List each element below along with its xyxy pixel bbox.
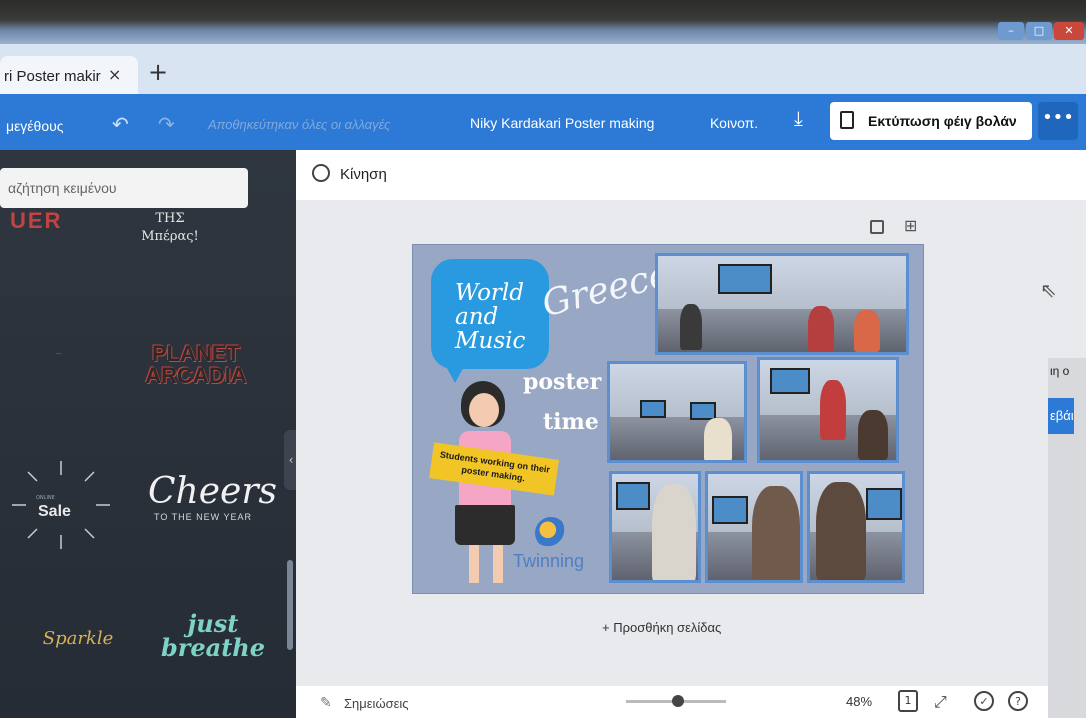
text-template-4[interactable]: PLANET ARCADIA [136,343,256,393]
photo-student [820,380,846,440]
fullscreen-icon[interactable]: ⤢ [934,692,947,712]
save-status: Αποθηκεύτηκαν όλες οι αλλαγές [208,117,391,132]
zoom-level[interactable]: 48% [846,694,872,709]
resize-menu[interactable]: μεγέθους [6,118,64,134]
text-templates-panel: αζήτηση κειμένου UER ΤΗΣ Μπέρας! ... PLA… [0,150,298,718]
zoom-slider-handle[interactable] [672,695,684,707]
photo-monitor [866,488,902,520]
download-icon[interactable]: ⤓ [794,108,803,131]
photo-monitor [640,400,666,418]
speech-bubble-tail [443,361,467,383]
speech-bubble: World and Music [431,259,549,369]
duplicate-page-icon[interactable] [870,220,884,234]
photo-student [680,304,702,350]
text-search-input[interactable]: αζήτηση κειμένου [0,168,248,208]
classroom-photo-2 [607,361,747,463]
share-button[interactable]: Κοινοπ. [710,115,758,131]
text-template-1[interactable]: UER [0,208,120,248]
teacher-skirt [455,505,515,545]
minimize-button[interactable]: – [998,22,1024,40]
photo-student [858,410,888,460]
photo-wall [610,364,744,417]
photo-monitor [616,482,650,510]
motion-toolbar: Κίνηση [296,150,1086,200]
text-template-4-line2: ARCADIA [145,363,247,388]
teacher-face [469,393,499,427]
etwinning-logo: Twinning [513,517,613,577]
panel-scrollbar[interactable] [287,560,293,650]
photo-projector-screen [770,368,810,394]
search-placeholder: αζήτηση κειμένου [8,180,117,196]
classroom-photo-6 [807,471,905,583]
classroom-photo-4 [609,471,701,583]
background-window-toolbar: εβάι [1048,398,1074,434]
text-template-6[interactable]: Cheers TO THE NEW YEAR [148,471,278,542]
more-options-button[interactable]: ••• [1038,102,1078,140]
photo-wall [658,256,906,309]
add-page-button[interactable]: + Προσθήκη σελίδας [602,620,721,635]
status-bar: ✎ Σημειώσεις 48% 1 ⤢ ✓ ? [296,686,1086,718]
text-template-6-sub: TO THE NEW YEAR [153,512,253,522]
poster-word: poster [523,369,602,395]
teacher-legs [469,545,503,583]
redo-icon[interactable]: ↷ [158,112,175,137]
time-word: time [543,409,599,435]
background-window[interactable]: ιη ο εβάι [1048,358,1086,718]
speech-line-3: Music [455,328,526,354]
print-flyer-button[interactable]: Εκτύπωση φέιγ βολάν [830,102,1032,140]
classroom-photo-3 [757,357,899,463]
text-template-2[interactable]: ΤΗΣ Μπέρας! [130,210,210,270]
text-template-7[interactable]: Sparkle [28,628,128,658]
photo-monitor [690,402,716,420]
photo-student [752,486,800,580]
photo-student [816,482,866,580]
photo-projector-screen [718,264,772,294]
browser-tab-bar: ri Poster makir × + [0,44,1086,94]
notes-icon[interactable]: ✎ [320,695,332,711]
etwinning-logo-icon [535,517,567,549]
tab-title: ri Poster makir [4,68,101,85]
check-icon[interactable]: ✓ [974,691,994,711]
text-template-5-title: Sale [38,503,71,520]
page-count-icon[interactable]: 1 [898,690,918,712]
greece-heading: Greece [537,253,675,326]
add-page-icon[interactable]: ⊞ [904,216,917,235]
text-template-5-sub: ONLINE [36,495,55,501]
undo-icon[interactable]: ↶ [112,112,129,137]
motion-icon[interactable] [312,164,330,182]
print-flyer-label: Εκτύπωση φέιγ βολάν [868,113,1017,129]
tab-close-icon[interactable]: × [108,65,121,84]
text-template-5[interactable]: ONLINE Sale [6,455,116,555]
text-template-6-title: Cheers [148,471,278,512]
photo-student [704,418,732,460]
text-template-8-line2: breathe [160,633,266,662]
text-template-3[interactable]: ... [4,348,114,378]
print-icon [840,111,854,129]
text-template-2-line2: Μπέρας! [141,229,199,244]
mouse-cursor-icon: ⇖ [1040,278,1057,302]
photo-student [808,306,834,352]
classroom-photo-1 [655,253,909,355]
editor-toolbar: μεγέθους ↶ ↷ Αποθηκεύτηκαν όλες οι αλλαγ… [0,94,1086,150]
photo-student [854,310,880,352]
help-icon[interactable]: ? [1008,691,1028,711]
text-template-8[interactable]: just breathe [158,612,268,672]
new-tab-button[interactable]: + [148,60,168,84]
photo-monitor [712,496,748,524]
text-template-2-line1: ΤΗΣ [155,211,185,226]
window-title-bar: – □ ✕ [0,0,1086,44]
motion-button[interactable]: Κίνηση [340,166,387,183]
maximize-button[interactable]: □ [1026,22,1052,40]
close-window-button[interactable]: ✕ [1054,22,1084,40]
notes-button[interactable]: Σημειώσεις [344,696,409,711]
document-title[interactable]: Niky Kardakari Poster making [470,115,654,131]
photo-student [652,484,696,580]
browser-tab[interactable]: ri Poster makir × [0,56,138,94]
background-window-text: ιη ο [1050,364,1070,378]
text-template-4-line1: PLANET [152,341,240,366]
classroom-photo-5 [705,471,803,583]
screen: – □ ✕ ri Poster makir × + μεγέθους ↶ ↷ Α… [0,0,1086,718]
etwinning-logo-text: Twinning [513,551,585,571]
poster-canvas[interactable]: World and Music Greece poster time Stude… [412,244,924,594]
